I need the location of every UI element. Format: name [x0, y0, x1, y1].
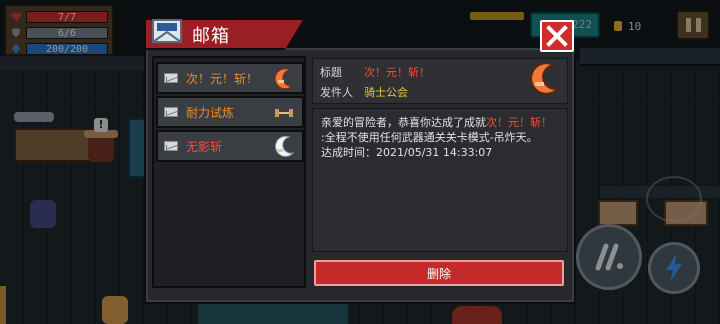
mail-item-1[interactable]: 次！元！斩！ — [156, 62, 304, 94]
mail-item-2[interactable]: 耐力试炼 — [156, 96, 304, 128]
mail-item-3[interactable]: 无影斩 — [156, 130, 304, 162]
mail-body: 亲爱的冒险者，恭喜你达成了成就次！元！斩！ :全程不使用任何武器通关关卡模式-吊… — [312, 108, 568, 252]
sender-label: 发件人 — [320, 86, 353, 99]
subject-label: 标题 — [320, 66, 342, 79]
close-icon — [546, 25, 568, 47]
achievement-name: 次！元！斩！ — [486, 116, 552, 129]
mail-item-label: 无影斩 — [186, 139, 223, 154]
body-line-2: :全程不使用任何武器通关关卡模式-吊炸天。 — [321, 131, 538, 144]
delete-button[interactable]: 删除 — [314, 260, 564, 286]
crescent-blade-icon — [272, 68, 296, 90]
mail-list: 次！元！斩！ 耐力试炼 无影斩 — [152, 56, 306, 288]
body-text: 亲爱的冒险者，恭喜你达成了成就 — [321, 116, 486, 129]
crescent-blade-icon — [526, 62, 562, 98]
mail-item-label: 次！元！斩！ — [186, 71, 259, 86]
sender-value: 骑士公会 — [364, 86, 408, 99]
body-line-1: 亲爱的冒险者，恭喜你达成了成就次！元！斩！ — [321, 115, 559, 130]
envelope-icon — [164, 73, 178, 83]
mail-item-label: 耐力试炼 — [186, 105, 235, 120]
barbell-icon — [272, 102, 296, 124]
mail-envelope-icon — [150, 14, 184, 48]
subject-value: 次！元！斩！ — [364, 66, 430, 79]
close-button[interactable] — [540, 20, 574, 52]
body-line-3: 达成时间：2021/05/31 14:33:07 — [321, 146, 493, 159]
moon-blade-icon — [272, 135, 296, 158]
mailbox-title: 邮箱 — [192, 26, 230, 47]
envelope-icon — [164, 107, 178, 117]
envelope-icon — [164, 141, 178, 151]
delete-button-label: 删除 — [426, 266, 451, 281]
